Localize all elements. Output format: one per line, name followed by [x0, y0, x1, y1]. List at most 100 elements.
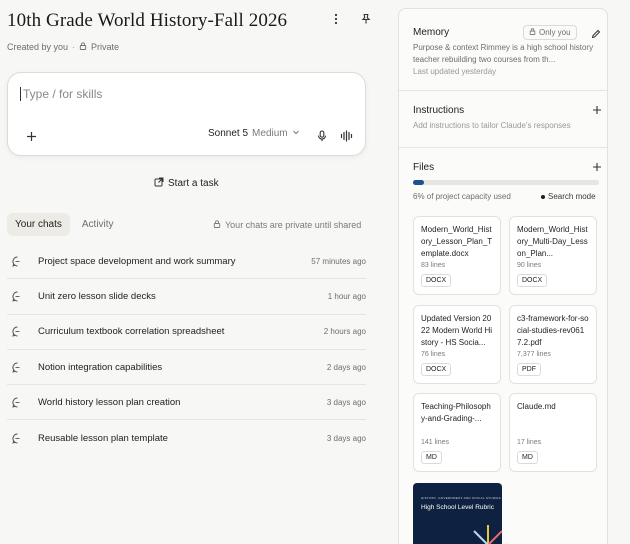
- instructions-placeholder[interactable]: Add instructions to tailor Claude's resp…: [413, 121, 571, 130]
- privacy-note-text: Your chats are private until shared: [225, 220, 362, 230]
- chat-bubble-icon: [12, 362, 28, 373]
- file-type-badge: PDF: [517, 363, 541, 376]
- start-task-label: Start a task: [168, 178, 219, 189]
- file-card[interactable]: Claude.md 17 lines MD: [509, 393, 597, 472]
- chat-list-item[interactable]: Project space development and work summa…: [7, 244, 366, 280]
- file-card[interactable]: Modern_World_History_Multi-Day_Lesson_Pl…: [509, 216, 597, 295]
- lock-icon: [529, 28, 536, 37]
- chat-composer: Sonnet 5 Medium: [7, 72, 366, 156]
- meta-separator: ·: [72, 42, 76, 52]
- add-file-icon[interactable]: [588, 158, 606, 176]
- chat-title: Reusable lesson plan template: [38, 432, 168, 444]
- memory-summary[interactable]: Purpose & context Rimmey is a high schoo…: [413, 42, 599, 66]
- chat-tabs: Your chats Activity: [7, 213, 122, 236]
- chat-list-item[interactable]: World history lesson plan creation 3 day…: [7, 385, 366, 421]
- file-lines: 141 lines: [421, 439, 450, 446]
- project-main: 10th Grade World History-Fall 2026 Creat…: [0, 0, 386, 544]
- chat-bubble-icon: [12, 291, 28, 302]
- thumbnail-caption: HISTORY, GOVERNMENT AND SOCIAL STUDIES: [421, 496, 501, 500]
- memory-badge-label: Only you: [539, 28, 571, 37]
- chat-list-item[interactable]: Notion integration capabilities 2 days a…: [7, 350, 366, 386]
- chat-title: Curriculum textbook correlation spreadsh…: [38, 326, 225, 338]
- instructions-heading: Instructions: [413, 105, 465, 116]
- file-card[interactable]: c3-framework-for-social-studies-rev0617.…: [509, 305, 597, 384]
- search-mode-label: Search mode: [548, 192, 596, 201]
- chat-time: 1 hour ago: [327, 291, 366, 301]
- project-meta: Created by you · Private: [7, 42, 119, 52]
- file-name: Updated Version 2022 Modern World Histor…: [421, 314, 492, 347]
- file-type-badge: DOCX: [421, 274, 452, 287]
- file-thumbnail-card[interactable]: HISTORY, GOVERNMENT AND SOCIAL STUDIES H…: [413, 483, 502, 544]
- file-type-badge: MD: [517, 451, 538, 464]
- chat-time: 57 minutes ago: [311, 256, 366, 266]
- model-name: Sonnet 5: [208, 128, 249, 139]
- lock-icon: [79, 42, 87, 52]
- chat-title: Project space development and work summa…: [38, 255, 236, 267]
- page-title: 10th Grade World History-Fall 2026: [7, 10, 288, 31]
- file-name: c3-framework-for-social-studies-rev0617.…: [517, 314, 589, 347]
- file-name: Modern_World_History_Lesson_Plan_Templat…: [421, 225, 493, 258]
- add-attachment-icon[interactable]: [22, 127, 40, 145]
- chat-input[interactable]: [20, 87, 350, 101]
- external-link-icon: [154, 177, 164, 190]
- memory-heading: Memory: [413, 27, 450, 38]
- title-actions: [327, 10, 375, 28]
- visibility-label: Private: [91, 42, 120, 52]
- chat-time: 2 hours ago: [323, 327, 366, 337]
- lock-icon: [213, 220, 221, 230]
- thumbnail-title: High School Level Rubric: [421, 504, 494, 511]
- file-card[interactable]: Teaching-Philosophy-and-Grading-... 141 …: [413, 393, 501, 472]
- chat-list-item[interactable]: Unit zero lesson slide decks 1 hour ago: [7, 279, 366, 315]
- memory-visibility-badge: Only you: [523, 25, 577, 40]
- capacity-bar: [413, 180, 599, 185]
- add-instructions-icon[interactable]: [588, 101, 606, 119]
- created-by: Created by you: [7, 42, 69, 52]
- file-type-badge: DOCX: [421, 363, 452, 376]
- file-card[interactable]: Modern_World_History_Lesson_Plan_Templat…: [413, 216, 501, 295]
- chat-title: World history lesson plan creation: [38, 396, 181, 408]
- chat-time: 2 days ago: [326, 362, 366, 372]
- chat-list: Project space development and work summa…: [7, 244, 366, 456]
- chat-bubble-icon: [12, 326, 28, 337]
- capacity-bar-fill: [413, 180, 425, 185]
- model-selector[interactable]: Sonnet 5 Medium: [208, 128, 300, 139]
- start-task-button[interactable]: Start a task: [154, 177, 219, 190]
- memory-updated: Last updated yesterday: [413, 67, 497, 76]
- chat-bubble-icon: [12, 433, 28, 444]
- tab-activity[interactable]: Activity: [74, 213, 122, 236]
- chevron-down-icon: [292, 128, 300, 139]
- file-lines: 76 lines: [421, 351, 446, 358]
- microphone-icon[interactable]: [313, 127, 331, 145]
- chat-list-item[interactable]: Curriculum textbook correlation spreadsh…: [7, 315, 366, 350]
- tab-your-chats[interactable]: Your chats: [7, 213, 70, 236]
- pin-icon[interactable]: [357, 10, 375, 28]
- chat-title: Unit zero lesson slide decks: [38, 290, 156, 302]
- chat-bubble-icon: [12, 397, 28, 408]
- more-options-icon[interactable]: [327, 10, 345, 28]
- file-type-badge: MD: [421, 451, 442, 464]
- file-lines: 7,377 lines: [517, 351, 551, 358]
- search-mode-indicator[interactable]: Search mode: [541, 192, 596, 201]
- voice-mode-icon[interactable]: [338, 127, 356, 145]
- chat-time: 3 days ago: [326, 433, 366, 443]
- file-lines: 90 lines: [517, 262, 542, 269]
- chat-list-item[interactable]: Reusable lesson plan template 3 days ago: [7, 420, 366, 455]
- file-lines: 83 lines: [421, 262, 446, 269]
- file-name: Teaching-Philosophy-and-Grading-...: [421, 402, 491, 423]
- file-name: Modern_World_History_Multi-Day_Lesson_Pl…: [517, 225, 588, 258]
- divider: [399, 147, 607, 148]
- model-effort: Medium: [252, 128, 288, 139]
- chat-bubble-icon: [12, 256, 28, 267]
- file-card[interactable]: Updated Version 2022 Modern World Histor…: [413, 305, 501, 384]
- edit-pencil-icon[interactable]: [587, 25, 605, 43]
- file-name: Claude.md: [517, 402, 556, 411]
- file-type-badge: DOCX: [517, 274, 548, 287]
- starburst-graphic: [473, 525, 502, 544]
- capacity-text: 6% of project capacity used: [413, 192, 511, 201]
- project-sidebar: Memory Only you Purpose & context Rimmey…: [398, 8, 608, 544]
- privacy-note: Your chats are private until shared: [213, 220, 361, 230]
- files-heading: Files: [413, 162, 435, 173]
- chat-title: Notion integration capabilities: [38, 361, 163, 373]
- chat-time: 3 days ago: [326, 397, 366, 407]
- divider: [399, 90, 607, 91]
